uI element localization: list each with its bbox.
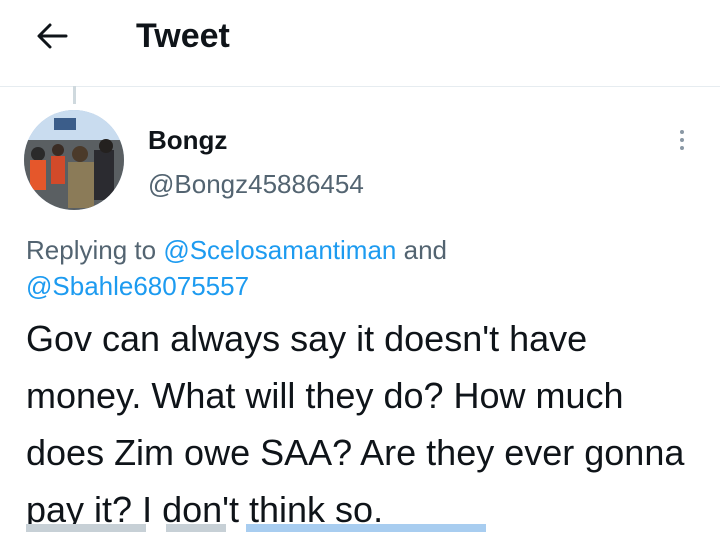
tweet-meta-cutoff [26,518,526,532]
replying-to-prefix: Replying to [26,235,157,265]
tweet-text: Gov can always say it doesn't have money… [26,318,685,530]
page-title: Tweet [136,17,230,55]
more-vertical-icon-dot-2 [680,138,684,142]
mention-link[interactable]: @Scelosamantiman [163,235,396,265]
profile-photo-icon [24,110,124,210]
more-vertical-icon-dot-3 [680,146,684,150]
top-header: Tweet [0,0,720,87]
author-name[interactable]: Bongz [148,124,227,156]
back-button[interactable] [30,14,74,58]
arrow-left-icon [37,23,68,49]
mention-link[interactable]: @Sbahle68075557 [26,271,249,301]
thread-connector [73,86,76,104]
more-options-button[interactable] [668,124,696,156]
more-vertical-icon [680,130,684,134]
author-handle[interactable]: @Bongz45886454 [148,168,364,200]
avatar[interactable] [24,110,124,210]
mention-joiner: and [403,235,447,265]
replying-to-context: Replying to @Scelosamantiman and @Sbahle… [26,232,686,304]
